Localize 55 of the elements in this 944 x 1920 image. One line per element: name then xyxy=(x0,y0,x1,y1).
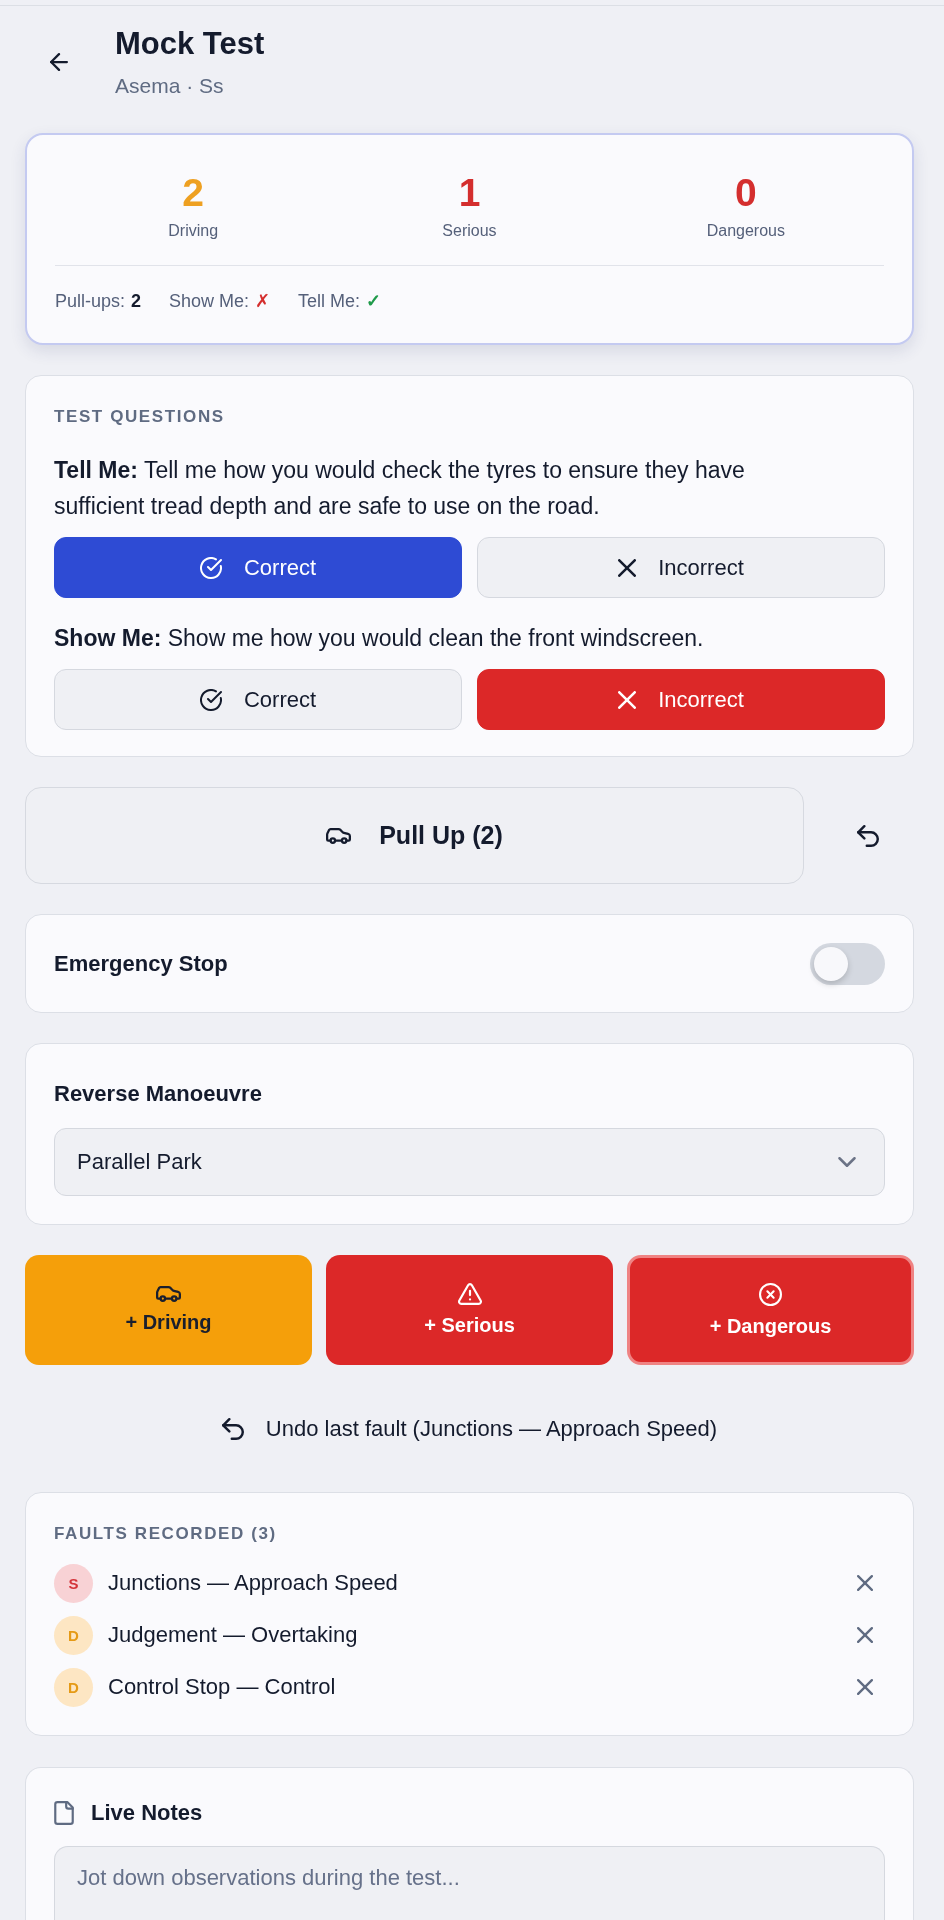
add-fault-button[interactable]: + Dangerous xyxy=(627,1255,914,1365)
check-circle-icon xyxy=(199,556,222,579)
page-subtitle: Asema · Ss xyxy=(115,73,225,99)
severity-badge: D xyxy=(54,1615,93,1655)
count-value: 2 xyxy=(182,171,204,215)
fault-text: Control Stop — Control xyxy=(108,1673,337,1701)
answer-button[interactable]: Correct xyxy=(54,537,462,598)
undo-icon xyxy=(857,824,879,847)
count-label: Dangerous xyxy=(706,221,785,241)
stat-label: Tell Me: xyxy=(298,290,361,313)
setting-label: Emergency Stop xyxy=(54,951,228,976)
pull-ups-count: 2 xyxy=(131,290,142,313)
close-icon xyxy=(857,1575,873,1591)
stat-label: Show Me: xyxy=(169,290,250,313)
answer-button[interactable]: Incorrect xyxy=(477,537,885,598)
add-fault-button[interactable]: + Serious xyxy=(326,1255,613,1365)
back-arrow-icon xyxy=(50,53,68,71)
fail-mark: ✗ xyxy=(255,290,271,313)
notes-field[interactable]: Jot down observations during the test... xyxy=(54,1846,885,1920)
chevron-down-icon xyxy=(838,1157,856,1167)
question-text: Tell Me: Tell me how you would check the tyres to ensure they have sufficient tread depth and are safe to use on the road. xyxy=(54,456,746,521)
fault-text: Junctions — Approach Speed xyxy=(108,1569,399,1597)
check-circle-icon xyxy=(199,688,222,711)
answer-button[interactable]: Correct xyxy=(54,669,462,730)
answer-button[interactable]: Incorrect xyxy=(477,669,885,730)
close-icon xyxy=(857,1679,873,1695)
section-heading: FAULTS RECORDED (3) xyxy=(54,1524,278,1544)
document-icon xyxy=(54,1801,74,1825)
x-circle-icon xyxy=(759,1282,782,1306)
severity-badge: D xyxy=(54,1667,93,1707)
pull-up-button[interactable]: Pull Up (2) xyxy=(25,787,804,884)
count-label: Driving xyxy=(168,221,219,241)
x-icon xyxy=(618,690,637,709)
car-icon xyxy=(326,827,352,844)
count-label: Serious xyxy=(442,221,497,241)
page-title: Mock Test xyxy=(115,26,265,62)
car-icon xyxy=(156,1286,181,1302)
x-icon xyxy=(618,558,637,577)
warning-triangle-icon xyxy=(457,1283,482,1305)
select-field[interactable]: Parallel Park xyxy=(54,1128,885,1196)
undo-fault-button[interactable]: Undo last fault (Junctions — Approach Speed) xyxy=(213,1395,726,1462)
count-value: 1 xyxy=(458,171,481,215)
add-fault-button[interactable]: + Driving xyxy=(25,1255,312,1365)
close-icon xyxy=(857,1627,873,1643)
count-value: 0 xyxy=(734,171,757,215)
severity-badge: S xyxy=(54,1563,93,1603)
notes-title: Live Notes xyxy=(91,1801,203,1825)
undo-icon xyxy=(221,1417,244,1440)
fault-text: Judgement — Overtaking xyxy=(108,1621,359,1649)
field-label: Reverse Manoeuvre xyxy=(54,1082,263,1106)
section-heading: TEST QUESTIONS xyxy=(54,407,226,427)
question-text: Show Me: Show me how you would clean the front windscreen. xyxy=(54,624,705,653)
stat-label: Pull-ups: xyxy=(55,290,126,313)
pass-mark: ✓ xyxy=(366,290,382,313)
toggle-switch[interactable] xyxy=(810,942,885,985)
